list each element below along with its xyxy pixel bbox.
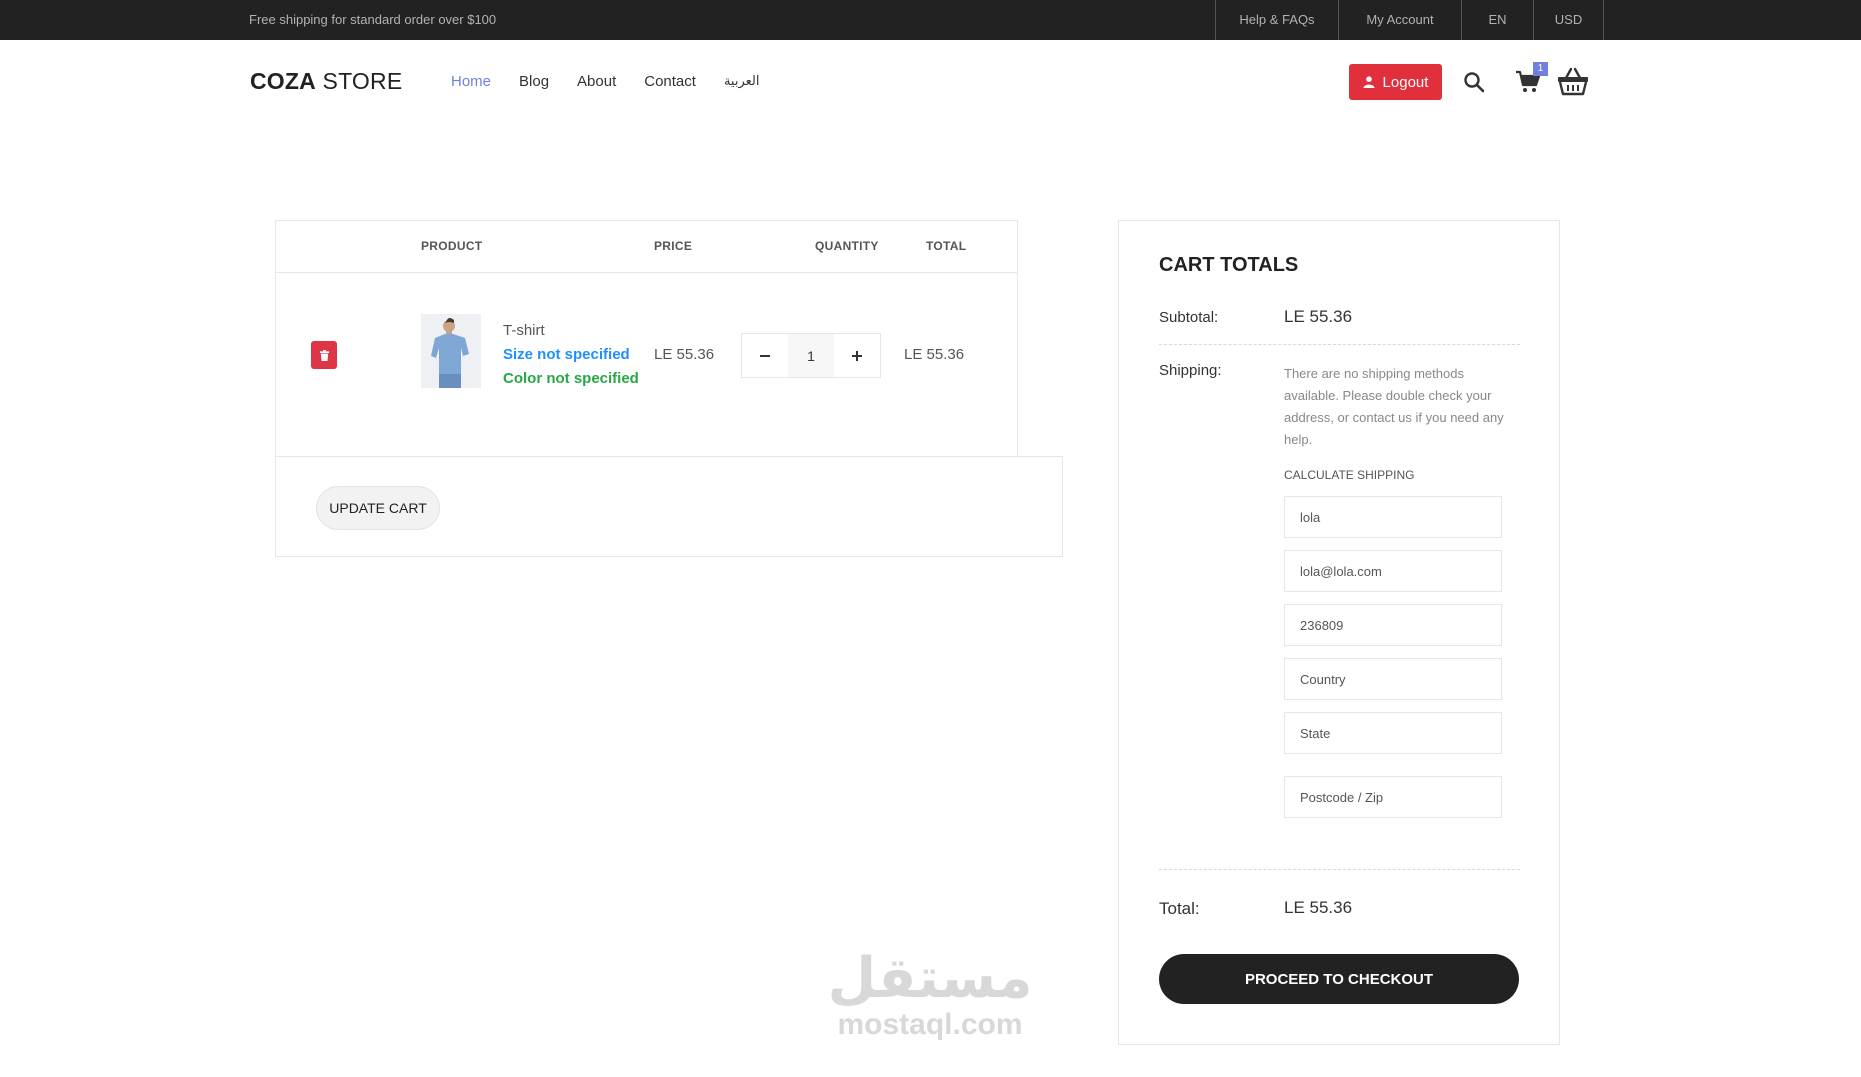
email-field[interactable]: lola@lola.com (1284, 550, 1502, 592)
remove-item-button[interactable] (311, 341, 337, 369)
cart-table: PRODUCT PRICE QUANTITY TOTAL T-shirt Siz… (275, 220, 1018, 457)
main-nav: Home Blog About Contact العربية (451, 73, 787, 90)
column-header-price: PRICE (654, 239, 693, 253)
search-icon[interactable] (1462, 70, 1486, 94)
top-bar: Free shipping for standard order over $1… (0, 0, 1861, 40)
product-color: Color not specified (503, 370, 639, 387)
cart-totals-title: CART TOTALS (1159, 254, 1299, 276)
store-logo[interactable]: COZA STORE (250, 68, 402, 95)
quantity-stepper: 1 (741, 333, 881, 378)
product-name[interactable]: T-shirt (503, 322, 545, 339)
trash-icon (319, 349, 329, 361)
proceed-to-checkout-button[interactable]: PROCEED TO CHECKOUT (1159, 954, 1519, 1004)
subtotal-value: LE 55.36 (1284, 307, 1353, 326)
basket-icon[interactable] (1557, 66, 1589, 96)
table-row: T-shirt Size not specified Color not spe… (276, 274, 1017, 457)
decrease-quantity-button[interactable] (742, 334, 788, 377)
quantity-input[interactable]: 1 (788, 334, 834, 377)
phone-field[interactable]: 236809 (1284, 604, 1502, 646)
logout-label: Logout (1382, 73, 1429, 91)
nav-blog[interactable]: Blog (519, 73, 549, 90)
column-header-quantity: QUANTITY (815, 239, 879, 253)
column-header-total: TOTAL (926, 239, 967, 253)
plus-icon (852, 350, 862, 361)
country-field[interactable]: Country (1284, 658, 1502, 700)
logo-bold-text: COZA (250, 68, 316, 94)
nav-home[interactable]: Home (451, 73, 491, 90)
product-size: Size not specified (503, 346, 630, 363)
nav-arabic[interactable]: العربية (724, 73, 760, 90)
total-label: Total: (1159, 899, 1200, 918)
total-value: LE 55.36 (1284, 898, 1353, 917)
cart-count-badge: 1 (1533, 62, 1548, 76)
cart-actions: UPDATE CART (275, 456, 1063, 557)
subtotal-label: Subtotal: (1159, 309, 1219, 326)
user-icon (1363, 76, 1375, 88)
subtotal-divider (1159, 344, 1520, 345)
top-bar-links: Help & FAQs My Account EN USD (1215, 0, 1604, 40)
postcode-field[interactable]: Postcode / Zip (1284, 776, 1502, 818)
cart-totals-panel: CART TOTALS Subtotal: LE 55.36 Shipping:… (1118, 220, 1560, 1045)
language-selector[interactable]: EN (1461, 0, 1533, 40)
cart-table-header: PRODUCT PRICE QUANTITY TOTAL (276, 221, 1017, 273)
product-thumbnail[interactable] (421, 314, 481, 388)
help-faqs-link[interactable]: Help & FAQs (1215, 0, 1338, 40)
shipping-label: Shipping: (1159, 362, 1222, 379)
minus-icon (760, 354, 770, 357)
update-cart-button[interactable]: UPDATE CART (316, 486, 440, 530)
cart-actions-border (1017, 456, 1063, 457)
nav-about[interactable]: About (577, 73, 616, 90)
name-field[interactable]: lola (1284, 496, 1502, 538)
main-header: COZA STORE Home Blog About Contact العرب… (0, 40, 1861, 124)
currency-selector[interactable]: USD (1533, 0, 1604, 40)
my-account-link[interactable]: My Account (1338, 0, 1461, 40)
calculate-shipping-label: CALCULATE SHIPPING (1284, 468, 1415, 482)
logout-button[interactable]: Logout (1349, 64, 1442, 100)
tshirt-model-image (421, 314, 481, 388)
logo-light-text: STORE (315, 68, 403, 94)
watermark: مستقل mostaql.com (815, 948, 1045, 1042)
promo-text: Free shipping for standard order over $1… (249, 12, 497, 27)
state-field[interactable]: State (1284, 712, 1502, 754)
total-divider (1159, 869, 1520, 870)
product-price: LE 55.36 (654, 346, 715, 363)
nav-contact[interactable]: Contact (644, 73, 696, 90)
watermark-latin: mostaql.com (837, 1008, 1023, 1041)
watermark-arabic: مستقل (827, 946, 1033, 1009)
line-total: LE 55.36 (904, 346, 965, 363)
column-header-product: PRODUCT (421, 239, 483, 253)
shipping-message: There are no shipping methods available.… (1284, 366, 1504, 447)
increase-quantity-button[interactable] (834, 334, 880, 377)
